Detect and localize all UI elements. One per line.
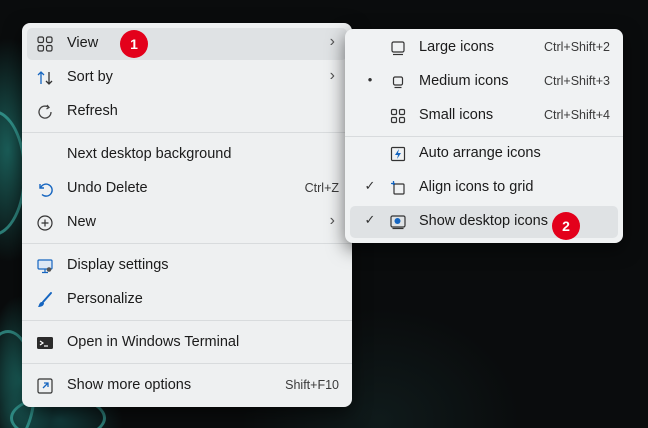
chevron-right-icon: › [329, 212, 335, 229]
desktop-context-menu: View › Sort by › Refresh Next desktop ba… [22, 23, 352, 407]
selection-mark: ✓ [364, 178, 376, 193]
menu-item-label: Sort by [67, 69, 113, 85]
refresh-icon [38, 104, 52, 119]
menu-item-label: View [67, 35, 99, 51]
shortcut-text: Ctrl+Shift+2 [543, 40, 610, 54]
submenu-item-label: Auto arrange icons [419, 145, 541, 161]
chevron-right-icon: › [329, 33, 335, 50]
submenu-item-auto-arrange[interactable]: Auto arrange icons [350, 138, 618, 170]
submenu-item-small-icons[interactable]: Small icons Ctrl+Shift+4 [350, 100, 618, 132]
step-badge-2: 2 [552, 212, 580, 240]
shortcut-text: Ctrl+Shift+3 [543, 74, 610, 88]
display-icon [37, 259, 53, 274]
step-badge-1: 1 [120, 30, 148, 58]
view-submenu: Large icons Ctrl+Shift+2 • Medium icons … [345, 29, 623, 243]
submenu-item-label: Small icons [419, 107, 494, 123]
menu-separator [22, 363, 352, 364]
auto-arrange-icon [390, 146, 406, 162]
menu-item-sort-by[interactable]: Sort by › [27, 62, 347, 94]
menu-separator [22, 320, 352, 321]
shortcut-text: Ctrl+Z [304, 181, 339, 195]
align-grid-icon [391, 181, 405, 195]
menu-item-label: Undo Delete [67, 180, 148, 196]
menu-separator [22, 243, 352, 244]
shortcut-text: Shift+F10 [285, 378, 339, 392]
menu-item-label: Personalize [67, 291, 143, 307]
menu-item-label: Open in Windows Terminal [67, 334, 240, 350]
selection-mark: • [367, 72, 373, 87]
submenu-item-large-icons[interactable]: Large icons Ctrl+Shift+2 [350, 32, 618, 64]
menu-item-label: Next desktop background [67, 146, 232, 162]
menu-item-refresh[interactable]: Refresh [27, 96, 347, 128]
submenu-item-label: Large icons [419, 39, 494, 55]
menu-separator [22, 132, 352, 133]
shortcut-text: Ctrl+Shift+4 [543, 108, 610, 122]
submenu-item-label: Align icons to grid [419, 179, 534, 195]
menu-separator [345, 136, 623, 137]
menu-item-next-desktop-background[interactable]: Next desktop background [27, 139, 347, 171]
menu-item-undo-delete[interactable]: Undo Delete Ctrl+Z [27, 173, 347, 205]
submenu-item-medium-icons[interactable]: • Medium icons Ctrl+Shift+3 [350, 66, 618, 98]
menu-item-view[interactable]: View › [27, 28, 347, 60]
submenu-item-label: Medium icons [419, 73, 509, 89]
brush-icon [38, 292, 52, 307]
menu-item-display-settings[interactable]: Display settings [27, 250, 347, 282]
terminal-icon [37, 337, 53, 349]
new-plus-icon [37, 215, 53, 231]
menu-item-label: Show more options [67, 377, 192, 393]
menu-item-label: Refresh [67, 103, 118, 119]
chevron-right-icon: › [329, 67, 335, 84]
show-more-icon [37, 378, 53, 394]
sort-icon [37, 71, 53, 85]
menu-item-label: New [67, 214, 97, 230]
submenu-item-align-to-grid[interactable]: ✓ Align icons to grid [350, 172, 618, 204]
large-icons-icon [391, 41, 405, 56]
submenu-item-label: Show desktop icons [419, 213, 548, 229]
medium-icons-icon [392, 76, 404, 89]
show-desktop-icons-icon [390, 215, 406, 230]
menu-item-label: Display settings [67, 257, 169, 273]
view-grid-icon [37, 36, 53, 52]
menu-item-show-more-options[interactable]: Show more options Shift+F10 [27, 370, 347, 402]
selection-mark: ✓ [364, 212, 376, 227]
undo-icon [39, 183, 53, 197]
menu-item-new[interactable]: New › [27, 207, 347, 239]
menu-item-open-terminal[interactable]: Open in Windows Terminal [27, 327, 347, 359]
menu-item-personalize[interactable]: Personalize [27, 284, 347, 316]
small-icons-icon [390, 108, 406, 124]
